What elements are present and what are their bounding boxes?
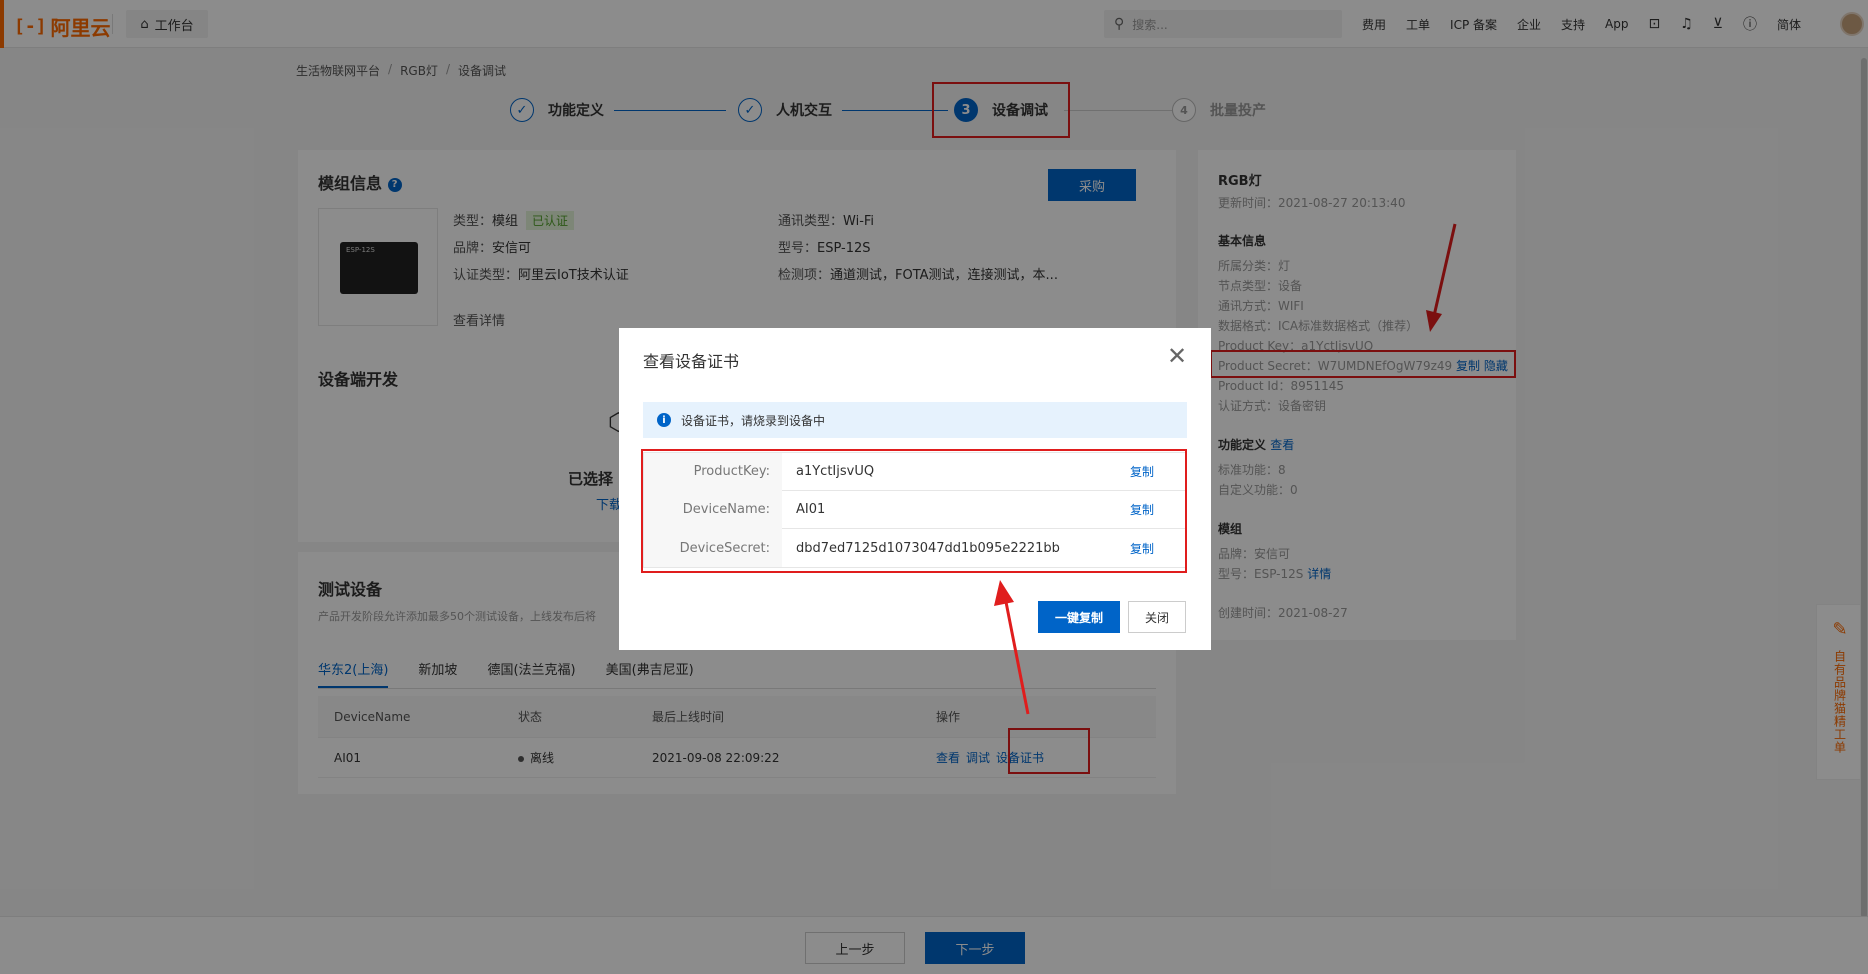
close-button[interactable]: 关闭: [1128, 601, 1186, 633]
close-icon[interactable]: ✕: [1167, 344, 1187, 368]
copy-all-button[interactable]: 一键复制: [1038, 601, 1120, 633]
notice-text: 设备证书，请烧录到设备中: [681, 413, 826, 428]
red-arrow-cert: [994, 580, 1030, 715]
info-notice: i 设备证书，请烧录到设备中: [643, 402, 1187, 438]
dialog-title: 查看设备证书: [643, 352, 740, 371]
info-icon: i: [657, 413, 671, 427]
highlight-cert-table: [641, 449, 1187, 573]
